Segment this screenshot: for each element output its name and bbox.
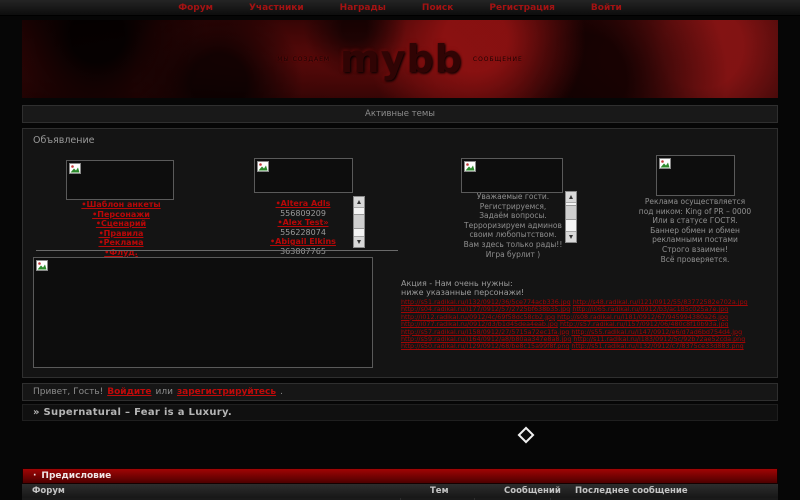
scrollbar-thumb[interactable] (354, 214, 364, 229)
column-header-last-post: Последнее сообщение (575, 486, 688, 496)
forum-table-header: Форум Тем Сообщений Последнее сообщение (22, 484, 778, 498)
broken-image-icon (257, 161, 269, 172)
active-topics-bar[interactable]: Активные темы (22, 105, 778, 123)
contact-icq: 363807765 (235, 247, 371, 257)
contact-icq: 556809209 (235, 209, 371, 219)
link-flood[interactable]: •Флуд. (41, 248, 201, 258)
nav-item-search[interactable]: Поиск (422, 3, 453, 13)
advertising-info-text: Реклама осуществляется под ником: King o… (615, 197, 775, 264)
broken-image-icon (36, 260, 48, 271)
partner-banner-3[interactable] (461, 158, 563, 193)
column-header-forum: Форум (32, 486, 65, 496)
contact-name-link[interactable]: •Abigail Elkins (235, 237, 371, 247)
divider-line (36, 250, 398, 251)
login-link[interactable]: Войдите (107, 387, 151, 397)
url-line: http://s50.radikal.ru/i129/0912/68/be8c1… (401, 343, 757, 350)
column-header-posts: Сообщений (504, 486, 561, 496)
announcement-panel: Объявление •Шаблон анкеты •Персонажи •Сц… (22, 128, 778, 378)
greeting-conj: или (155, 387, 172, 397)
contact-name-link[interactable]: •Altera Adls (235, 199, 371, 209)
guests-scrollbar[interactable] (565, 191, 577, 243)
column-header-topics: Тем (430, 486, 449, 496)
broken-image-icon (659, 158, 671, 169)
board-title-text: » Supernatural – Fear is a Luxury. (33, 407, 232, 418)
scrollbar-track[interactable] (354, 208, 364, 236)
contact-icq: 556228074 (235, 228, 371, 238)
greeting-text: Привет, Гость! (33, 387, 103, 397)
character-image-link[interactable]: http://s51.radikal.ru/i132/0912/c7/8375c… (572, 342, 744, 350)
partner-banner-1[interactable] (66, 160, 174, 200)
scroll-down-icon[interactable] (354, 236, 364, 247)
partner-banner-4[interactable] (656, 155, 735, 196)
action-title: Акция - Нам очень нужны: (401, 279, 757, 288)
scrollbar-track[interactable] (566, 203, 576, 231)
nav-item-forum[interactable]: Форум (178, 3, 213, 13)
link-advertising[interactable]: •Реклама (41, 238, 201, 248)
link-application-template[interactable]: •Шаблон анкеты (41, 200, 201, 210)
link-characters[interactable]: •Персонажи (41, 210, 201, 220)
scroll-up-icon[interactable] (566, 192, 576, 203)
top-navbar: Форум Участники Награды Поиск Регистраци… (0, 0, 800, 16)
section-links-list: •Шаблон анкеты •Персонажи •Сценарий •Пра… (41, 200, 201, 257)
link-script[interactable]: •Сценарий (41, 219, 201, 229)
category-marker-icon: · (33, 471, 36, 481)
admin-contacts-list: •Altera Adls 556809209 •Alex Test» 55622… (235, 199, 371, 256)
announcement-title: Объявление (33, 135, 95, 146)
greeting-suffix: . (280, 387, 283, 397)
contacts-scrollbar[interactable] (353, 196, 365, 248)
board-title: » Supernatural – Fear is a Luxury. (22, 404, 778, 421)
cursor-diamond-icon (518, 427, 535, 444)
nav-item-awards[interactable]: Награды (340, 3, 386, 13)
nav-item-login[interactable]: Войти (591, 3, 622, 13)
link-rules[interactable]: •Правила (41, 229, 201, 239)
banner-tagline-left: мы создаем (277, 56, 330, 63)
announcement-image-placeholder (33, 257, 373, 368)
action-links-lines: http://s51.radikal.ru/i132/0912/36/5ce77… (401, 299, 757, 351)
category-header-predislovie[interactable]: · Предисловие (22, 468, 778, 484)
partner-banner-2[interactable] (254, 158, 353, 193)
broken-image-icon (69, 163, 81, 174)
contact-name-link[interactable]: •Alex Test» (235, 218, 371, 228)
header-banner[interactable]: мы создаем mybb сообщение (22, 20, 778, 98)
active-topics-label: Активные темы (365, 109, 435, 119)
category-title: Предисловие (41, 471, 111, 481)
action-subtitle: ниже указанные персонажи! (401, 288, 757, 297)
mybb-logo: mybb (340, 37, 463, 81)
banner-tagline-right: сообщение (473, 56, 523, 63)
character-image-link[interactable]: http://s50.radikal.ru/i129/0912/68/be8c1… (401, 342, 569, 350)
nav-item-register[interactable]: Регистрация (489, 3, 555, 13)
register-link[interactable]: зарегистрируйтесь (177, 387, 276, 397)
forum-page: Форум Участники Награды Поиск Регистраци… (0, 0, 800, 500)
action-block: Акция - Нам очень нужны: ниже указанные … (401, 279, 757, 351)
welcome-bar: Привет, Гость! Войдите или зарегистрируй… (22, 383, 778, 401)
guests-welcome-text: Уважаемые гости. Регистрируемся, Задаём … (443, 192, 583, 259)
broken-image-icon (464, 161, 476, 172)
scrollbar-thumb[interactable] (566, 205, 576, 220)
scroll-down-icon[interactable] (566, 231, 576, 242)
scroll-up-icon[interactable] (354, 197, 364, 208)
nav-item-members[interactable]: Участники (249, 3, 304, 13)
